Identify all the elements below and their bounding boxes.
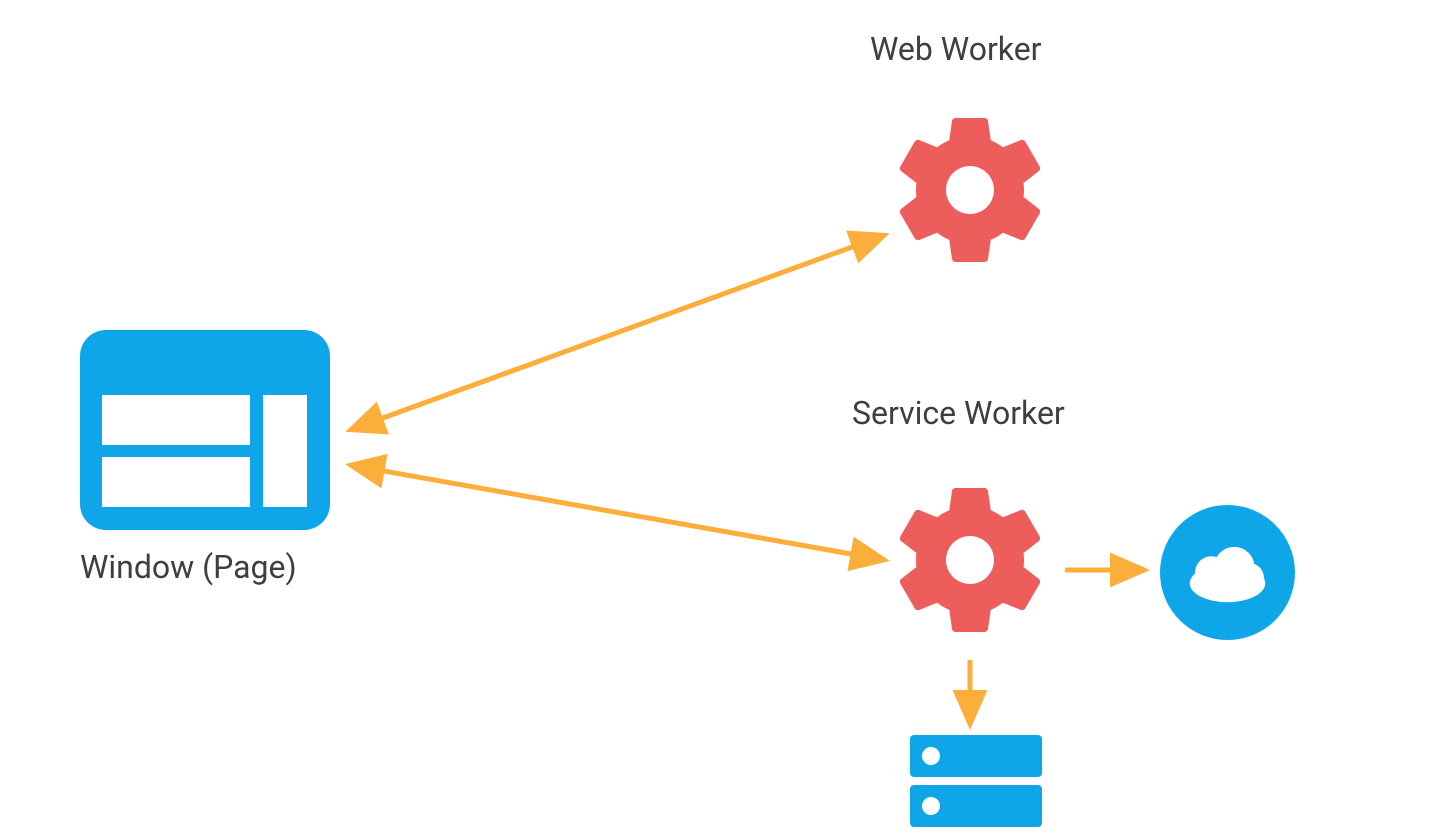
service-worker-label: Service Worker (852, 394, 1065, 432)
web-worker-label: Web Worker (870, 30, 1042, 68)
browser-window-icon (80, 330, 330, 530)
arrow-window-webworker (350, 235, 885, 430)
web-worker-node (880, 100, 1060, 284)
service-worker-node (880, 470, 1060, 654)
window-page-node (80, 330, 330, 534)
arrow-window-serviceworker (350, 465, 885, 560)
storage-node (910, 735, 1042, 835)
gear-icon (880, 100, 1060, 280)
cloud-node (1160, 505, 1295, 644)
storage-icon (910, 735, 1042, 831)
cloud-icon (1160, 505, 1295, 640)
gear-icon (880, 470, 1060, 650)
window-label: Window (Page) (80, 548, 297, 586)
